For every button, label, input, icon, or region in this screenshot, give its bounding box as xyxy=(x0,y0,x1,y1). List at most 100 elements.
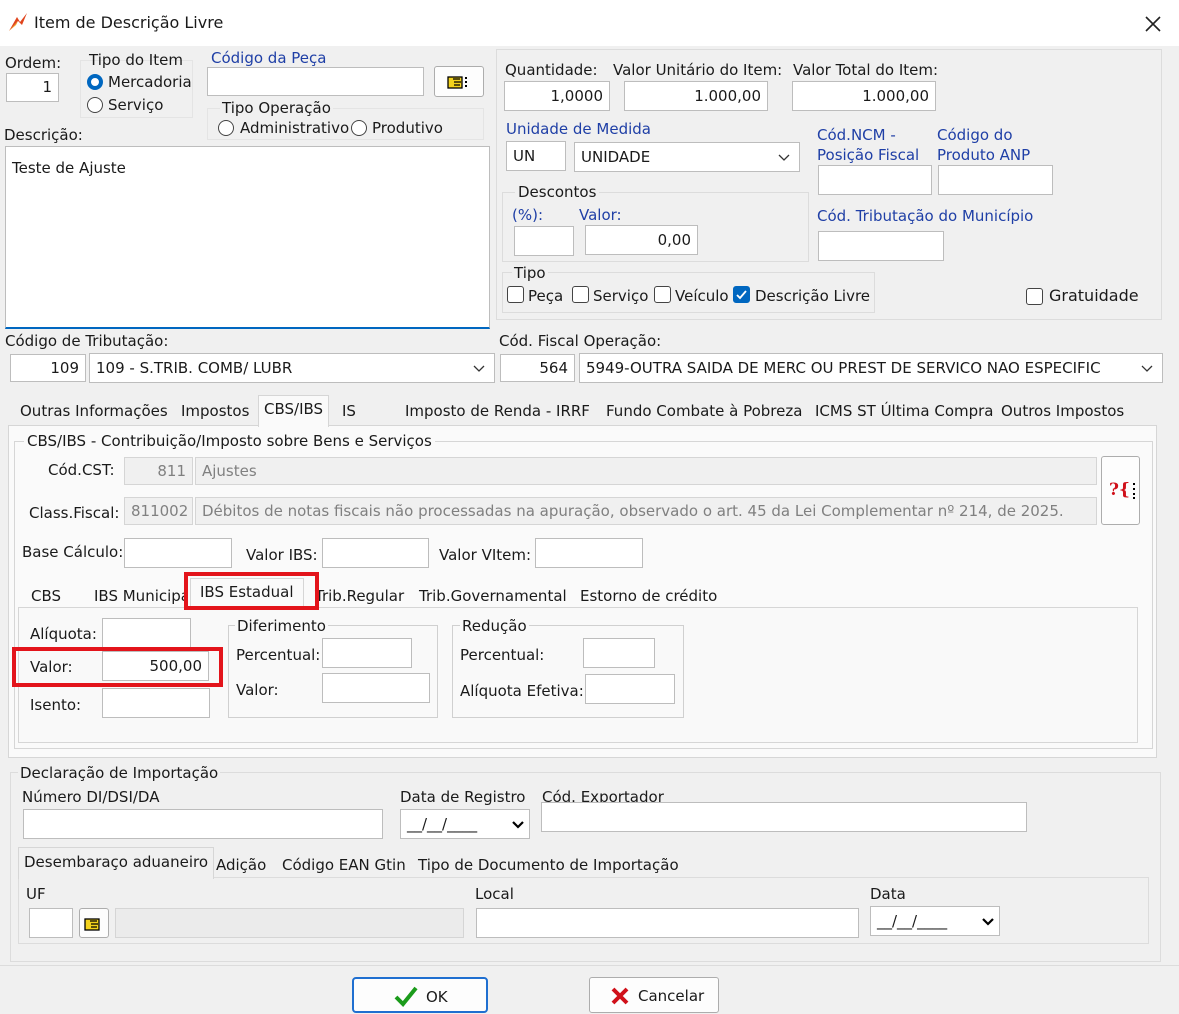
red-aliquota-input[interactable] xyxy=(585,674,675,704)
exportador-input[interactable] xyxy=(541,802,1027,832)
cfop-select[interactable]: 5949-OUTRA SAIDA DE MERC OU PREST DE SER… xyxy=(579,353,1163,383)
valor-vitem-input[interactable] xyxy=(535,538,643,568)
subtab-cbs[interactable]: CBS xyxy=(26,587,66,605)
descricao-textarea[interactable]: Teste de Ajuste xyxy=(5,146,490,329)
checkmark-icon xyxy=(394,986,418,1007)
tab-outros-impostos[interactable]: Outros Impostos xyxy=(996,402,1129,420)
checkbox-gratuidade[interactable] xyxy=(1026,288,1043,305)
local-input[interactable] xyxy=(476,908,859,938)
ordem-input[interactable]: 1 xyxy=(6,73,59,102)
tipo-item-caption: Tipo do Item xyxy=(89,51,183,69)
valor-ibs-input[interactable] xyxy=(322,538,429,568)
subtab-desembaraco[interactable]: Desembaraço aduaneiro xyxy=(18,847,215,879)
ncm-input[interactable] xyxy=(818,165,932,195)
subtab-estorno-credito[interactable]: Estorno de crédito xyxy=(575,587,722,605)
numero-di-input[interactable] xyxy=(23,809,383,839)
chevron-down-icon xyxy=(778,154,790,161)
tab-outras-informacoes[interactable]: Outras Informações xyxy=(15,402,173,420)
checkbox-gratuidade-label: Gratuidade xyxy=(1049,286,1139,305)
anp-input[interactable] xyxy=(938,165,1053,195)
red-percentual-input[interactable] xyxy=(583,638,655,668)
checkbox-descricao-livre[interactable] xyxy=(733,286,750,303)
data-label: Data xyxy=(870,885,906,903)
quantidade-input[interactable]: 1,0000 xyxy=(504,81,610,111)
radio-mercadoria-label: Mercadoria xyxy=(108,73,192,91)
cst-label: Cód.CST: xyxy=(48,461,115,479)
unidade-code-input[interactable]: UN xyxy=(506,141,566,171)
desc-pct-input[interactable] xyxy=(514,226,574,256)
checkbox-peca[interactable] xyxy=(507,286,524,303)
subtab-tipo-documento[interactable]: Tipo de Documento de Importação xyxy=(413,856,684,874)
desc-pct-label: (%): xyxy=(512,206,544,224)
data-registro-input[interactable]: __/__/____ xyxy=(400,809,530,839)
tab-imposto-renda[interactable]: Imposto de Renda - IRRF xyxy=(400,402,595,420)
radio-servico[interactable] xyxy=(87,97,103,113)
data-registro-label: Data de Registro xyxy=(400,788,526,806)
subtab-trib-governamental[interactable]: Trib.Governamental xyxy=(414,587,572,605)
codigo-trib-label: Código de Tributação: xyxy=(5,332,169,350)
valor-total-label: Valor Total do Item: xyxy=(793,61,939,79)
aliquota-input[interactable] xyxy=(102,618,191,648)
radio-produtivo[interactable] xyxy=(351,120,367,136)
highlight-valor-field xyxy=(12,647,223,687)
cfop-input[interactable]: 564 xyxy=(500,354,575,382)
cst-code-input[interactable]: 811 xyxy=(124,457,193,485)
valor-vitem-label: Valor VItem: xyxy=(439,546,532,564)
tab-is[interactable]: IS xyxy=(337,402,361,420)
ncm-label-line2: Posição Fiscal xyxy=(817,146,920,164)
app-logo-icon xyxy=(9,13,27,31)
class-fiscal-code-input[interactable]: 811002 xyxy=(124,497,193,525)
cancel-button[interactable]: Cancelar xyxy=(589,977,719,1013)
uf-label: UF xyxy=(26,885,46,903)
trib-municipio-input[interactable] xyxy=(818,231,944,261)
checkbox-veiculo[interactable] xyxy=(654,286,671,303)
tab-icms-st-ultima-compra[interactable]: ICMS ST Última Compra xyxy=(810,402,999,420)
unidade-label: Unidade de Medida xyxy=(506,120,651,138)
class-fiscal-desc-input[interactable]: Débitos de notas fiscais não processadas… xyxy=(195,497,1097,525)
codigo-trib-select[interactable]: 109 - S.TRIB. COMB/ LUBR xyxy=(89,353,495,383)
subtab-codigo-ean[interactable]: Código EAN Gtin xyxy=(277,856,411,874)
codigo-trib-input[interactable]: 109 xyxy=(10,354,86,382)
dif-valor-input[interactable] xyxy=(322,673,430,703)
ok-button-label: OK xyxy=(426,988,448,1006)
valor-ibs-label: Valor IBS: xyxy=(246,546,318,564)
radio-servico-label: Serviço xyxy=(108,96,164,114)
valor-total-input[interactable]: 1.000,00 xyxy=(792,81,936,111)
cfop-select-value: 5949-OUTRA SAIDA DE MERC OU PREST DE SER… xyxy=(586,359,1101,377)
valor-unitario-label: Valor Unitário do Item: xyxy=(613,61,783,79)
uf-name-input[interactable] xyxy=(115,908,464,938)
isento-input[interactable] xyxy=(102,688,210,718)
base-calculo-input[interactable] xyxy=(124,538,232,568)
ok-button[interactable]: OK xyxy=(352,977,488,1013)
chevron-down-icon xyxy=(512,821,524,829)
help-button[interactable]: ?{ xyxy=(1101,456,1140,525)
desc-valor-input[interactable]: 0,00 xyxy=(585,225,698,255)
window-title: Item de Descrição Livre xyxy=(34,13,224,32)
descontos-caption: Descontos xyxy=(515,183,600,201)
dif-percentual-input[interactable] xyxy=(322,638,412,668)
uf-lookup-button[interactable] xyxy=(79,908,109,938)
radio-mercadoria[interactable] xyxy=(87,74,103,90)
codigo-peca-lookup-button[interactable] xyxy=(434,66,484,97)
data-registro-value: __/__/____ xyxy=(407,815,478,833)
radio-administrativo[interactable] xyxy=(218,120,234,136)
checkbox-descricao-livre-label: Descrição Livre xyxy=(755,287,871,305)
tab-fundo-combate-pobreza[interactable]: Fundo Combate à Pobreza xyxy=(601,402,807,420)
tab-cbs-ibs[interactable]: CBS/IBS xyxy=(258,395,330,427)
valor-unitario-input[interactable]: 1.000,00 xyxy=(624,81,768,111)
red-percentual-label: Percentual: xyxy=(460,646,545,664)
cst-desc-input[interactable]: Ajustes xyxy=(195,457,1097,485)
unidade-select[interactable]: UNIDADE xyxy=(574,142,800,172)
subtab-trib-regular[interactable]: Trib.Regular xyxy=(310,587,409,605)
tipo-operacao-caption: Tipo Operação xyxy=(220,99,333,117)
tab-impostos[interactable]: Impostos xyxy=(176,402,254,420)
close-icon[interactable] xyxy=(1144,15,1162,33)
pointing-hand-icon xyxy=(447,76,467,89)
data-input[interactable]: __/__/____ xyxy=(870,906,1000,936)
uf-input[interactable] xyxy=(29,908,73,938)
subtab-adicao[interactable]: Adição xyxy=(211,856,271,874)
checkbox-servico[interactable] xyxy=(572,286,589,303)
codigo-peca-input[interactable] xyxy=(207,67,424,96)
subtab-ibs-municipal[interactable]: IBS Municipal xyxy=(89,587,184,605)
local-label: Local xyxy=(475,885,514,903)
